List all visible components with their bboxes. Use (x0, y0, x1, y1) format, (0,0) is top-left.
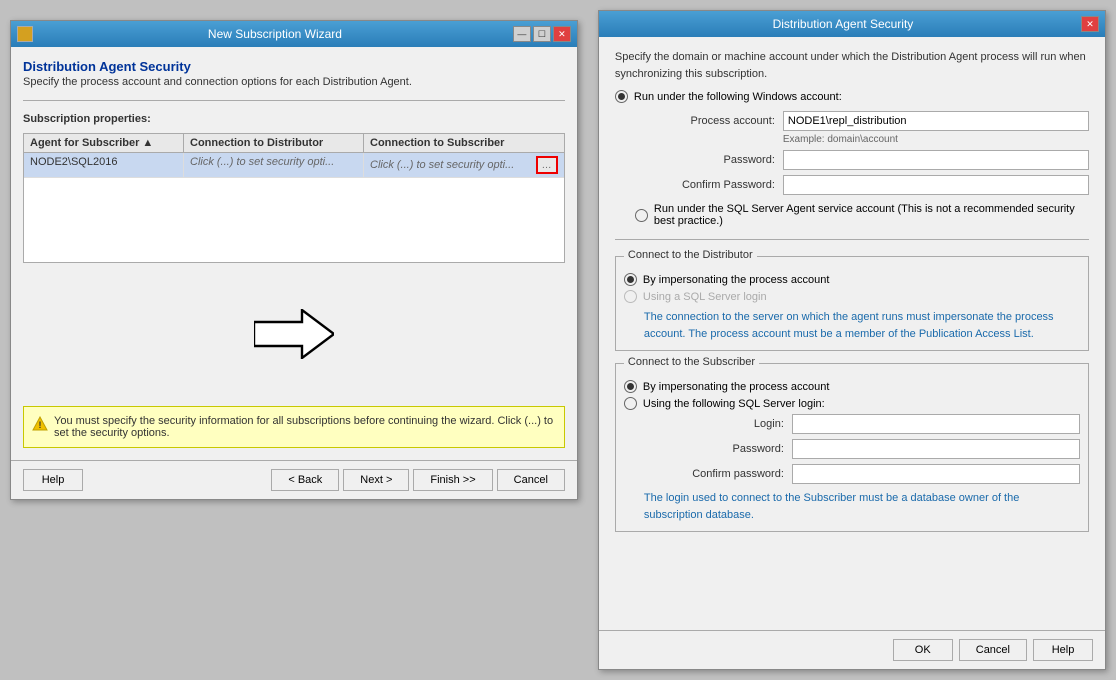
table-header: Agent for Subscriber ▲ Connection to Dis… (24, 134, 564, 153)
ellipsis-button[interactable]: … (536, 156, 558, 174)
th-agent: Agent for Subscriber ▲ (24, 134, 184, 152)
distribution-agent-security-dialog: Distribution Agent Security ✕ Specify th… (598, 10, 1106, 670)
process-account-label: Process account: (635, 115, 775, 127)
radio-windows-label: Run under the following Windows account: (634, 91, 842, 103)
radio-impersonate-sub-label: By impersonating the process account (643, 381, 830, 393)
example-text: Example: domain\account (783, 134, 1089, 145)
left-window-title: New Subscription Wizard (37, 27, 513, 41)
nav-buttons: < Back Next > Finish >> Cancel (271, 469, 565, 491)
password-input[interactable] (783, 150, 1089, 170)
cancel-button[interactable]: Cancel (497, 469, 565, 491)
radio-sql-login-sub-icon (624, 397, 637, 410)
left-subheading: Specify the process account and connecti… (23, 76, 565, 88)
right-window-controls: ✕ (1081, 16, 1099, 32)
warning-icon: ! (32, 416, 48, 432)
radio-sql-login-dist-icon (624, 290, 637, 303)
restore-button[interactable]: ☐ (533, 26, 551, 42)
finish-button[interactable]: Finish >> (413, 469, 492, 491)
sub-password-label: Password: (644, 443, 784, 455)
radio-windows-icon (615, 90, 628, 103)
radio-sql-agent-icon (635, 209, 648, 222)
subscriber-info-text: The login used to connect to the Subscri… (644, 490, 1080, 523)
process-account-input[interactable] (783, 111, 1089, 131)
distributor-info-text: The connection to the server on which th… (644, 309, 1080, 342)
radio-sql-agent-label: Run under the SQL Server Agent service a… (654, 203, 1089, 227)
right-title-bar: Distribution Agent Security ✕ (599, 11, 1105, 37)
divider-1 (615, 239, 1089, 240)
new-subscription-wizard: New Subscription Wizard — ☐ ✕ Distributi… (10, 20, 578, 500)
radio-impersonate-sub-icon (624, 380, 637, 393)
right-description: Specify the domain or machine account un… (615, 49, 1089, 82)
sub-login-input[interactable] (792, 414, 1080, 434)
subscription-table: Agent for Subscriber ▲ Connection to Dis… (23, 133, 565, 263)
left-bottom-buttons: Help < Back Next > Finish >> Cancel (11, 460, 577, 499)
minimize-button[interactable]: — (513, 26, 531, 42)
warning-box: ! You must specify the security informat… (23, 406, 565, 448)
left-heading: Distribution Agent Security (23, 59, 565, 74)
td-sub: Click (...) to set security opti... … (364, 153, 564, 177)
svg-text:!: ! (39, 420, 42, 430)
connect-subscriber-section: Connect to the Subscriber By impersonati… (615, 363, 1089, 532)
close-button[interactable]: ✕ (553, 26, 571, 42)
td-agent: NODE2\SQL2016 (24, 153, 184, 177)
confirm-password-input[interactable] (783, 175, 1089, 195)
help-button[interactable]: Help (23, 469, 83, 491)
right-arrow-icon (254, 309, 334, 359)
th-subscriber: Connection to Subscriber (364, 134, 564, 152)
connect-distributor-label: Connect to the Distributor (624, 249, 757, 261)
sub-confirm-password-label: Confirm password: (644, 468, 784, 480)
radio-impersonate-dist-label: By impersonating the process account (643, 274, 830, 286)
confirm-password-label: Confirm Password: (635, 179, 775, 191)
radio-sql-login-subscriber[interactable]: Using the following SQL Server login: (624, 397, 1080, 410)
right-help-button[interactable]: Help (1033, 639, 1093, 661)
sort-asc-icon: ▲ (142, 137, 153, 149)
ok-button[interactable]: OK (893, 639, 953, 661)
left-title-bar: New Subscription Wizard — ☐ ✕ (11, 21, 577, 47)
right-close-button[interactable]: ✕ (1081, 16, 1099, 32)
warning-text: You must specify the security informatio… (54, 415, 556, 439)
table-row[interactable]: NODE2\SQL2016 Click (...) to set securit… (24, 153, 564, 178)
radio-impersonate-dist-icon (624, 273, 637, 286)
separator (23, 100, 565, 101)
password-label: Password: (635, 154, 775, 166)
arrow-area (23, 271, 565, 399)
sub-confirm-password-input[interactable] (792, 464, 1080, 484)
right-window-title: Distribution Agent Security (605, 17, 1081, 31)
subscription-label: Subscription properties: (23, 113, 565, 125)
right-bottom-buttons: OK Cancel Help (599, 630, 1105, 669)
sub-login-label: Login: (644, 418, 784, 430)
radio-sql-agent[interactable]: Run under the SQL Server Agent service a… (635, 203, 1089, 227)
left-window-controls: — ☐ ✕ (513, 26, 571, 42)
wizard-icon (17, 26, 33, 42)
left-window-content: Distribution Agent Security Specify the … (11, 47, 577, 460)
radio-impersonate-subscriber[interactable]: By impersonating the process account (624, 380, 1080, 393)
connect-distributor-section: Connect to the Distributor By impersonat… (615, 256, 1089, 351)
subscriber-fields: Login: Password: Confirm password: (644, 414, 1080, 484)
connect-subscriber-label: Connect to the Subscriber (624, 356, 759, 368)
next-button[interactable]: Next > (343, 469, 409, 491)
th-distributor: Connection to Distributor (184, 134, 364, 152)
radio-sql-login-sub-label: Using the following SQL Server login: (643, 398, 825, 410)
back-button[interactable]: < Back (271, 469, 339, 491)
right-cancel-button[interactable]: Cancel (959, 639, 1027, 661)
radio-impersonate-distributor[interactable]: By impersonating the process account (624, 273, 1080, 286)
radio-windows-account[interactable]: Run under the following Windows account: (615, 90, 1089, 103)
radio-sql-login-distributor[interactable]: Using a SQL Server login (624, 290, 1080, 303)
right-content: Specify the domain or machine account un… (599, 37, 1105, 630)
radio-sql-login-dist-label: Using a SQL Server login (643, 291, 767, 303)
sub-password-input[interactable] (792, 439, 1080, 459)
td-dist: Click (...) to set security opti... (184, 153, 364, 177)
left-heading-section: Distribution Agent Security Specify the … (23, 59, 565, 88)
process-account-fields: Process account: Example: domain\account… (635, 111, 1089, 195)
